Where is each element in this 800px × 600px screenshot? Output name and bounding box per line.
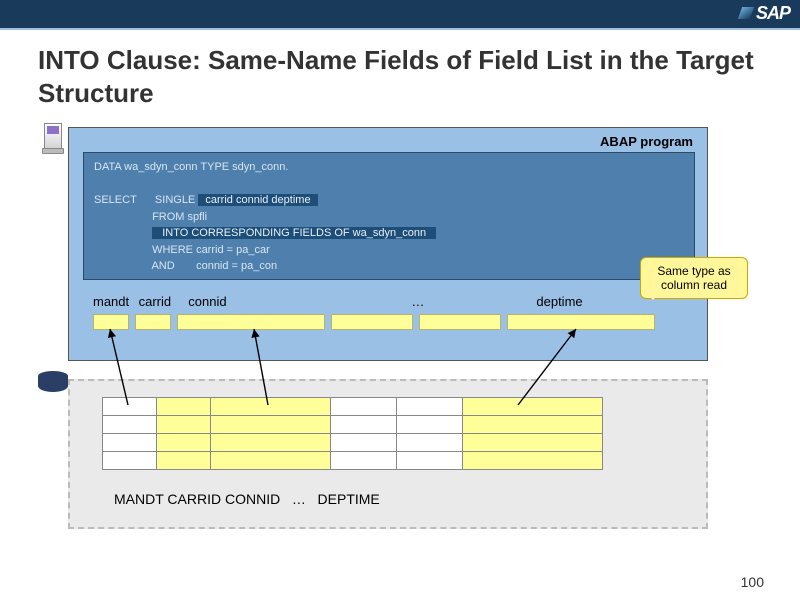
- code-blank: [94, 176, 684, 193]
- page-title: INTO Clause: Same-Name Fields of Field L…: [0, 30, 800, 117]
- sap-logo: SAP: [756, 3, 790, 24]
- struct-cell-mandt: [93, 314, 129, 330]
- col-label: mandt: [93, 294, 135, 309]
- db-table: [102, 397, 603, 470]
- highlight-into: INTO CORRESPONDING FIELDS OF wa_sdyn_con…: [152, 227, 436, 239]
- code-line: FROM spfli: [94, 209, 684, 226]
- table-row: [103, 416, 603, 434]
- db-col-labels: MANDT CARRID CONNID … DEPTIME: [114, 491, 380, 507]
- struct-cell-connid: [177, 314, 325, 330]
- abap-program-panel: ABAP program DATA wa_sdyn_conn TYPE sdyn…: [68, 127, 708, 361]
- structure-labels: mandt carrid connid … deptime: [93, 294, 705, 309]
- code-line: INTO CORRESPONDING FIELDS OF wa_sdyn_con…: [94, 225, 684, 242]
- code-line: SELECT SINGLE carrid connid deptime: [94, 192, 684, 209]
- col-label: deptime: [500, 294, 620, 309]
- table-row: [103, 452, 603, 470]
- code-line: WHERE carrid = pa_car: [94, 242, 684, 259]
- highlight-fieldlist: carrid connid deptime: [198, 194, 317, 206]
- app-server-icon: [42, 123, 64, 159]
- struct-cell-extra1: [331, 314, 413, 330]
- col-label: carrid: [139, 294, 185, 309]
- callout-same-type: Same type as column read: [640, 257, 748, 299]
- diagram-stage: ABAP program DATA wa_sdyn_conn TYPE sdyn…: [20, 117, 780, 597]
- struct-cell-carrid: [135, 314, 171, 330]
- struct-cell-deptime: [507, 314, 655, 330]
- header-bar: SAP: [0, 0, 800, 28]
- col-label: …: [340, 294, 496, 309]
- struct-cell-extra2: [419, 314, 501, 330]
- database-panel: MANDT CARRID CONNID … DEPTIME: [68, 379, 708, 529]
- col-label: connid: [188, 294, 336, 309]
- code-line: AND connid = pa_con: [94, 258, 684, 275]
- table-row: [103, 434, 603, 452]
- structure-row: [93, 314, 655, 330]
- database-icon: [38, 371, 68, 397]
- code-line: DATA wa_sdyn_conn TYPE sdyn_conn.: [94, 159, 684, 176]
- page-number: 100: [741, 574, 764, 590]
- table-row: [103, 398, 603, 416]
- code-box: DATA wa_sdyn_conn TYPE sdyn_conn. SELECT…: [83, 152, 695, 280]
- panel-label: ABAP program: [600, 134, 693, 149]
